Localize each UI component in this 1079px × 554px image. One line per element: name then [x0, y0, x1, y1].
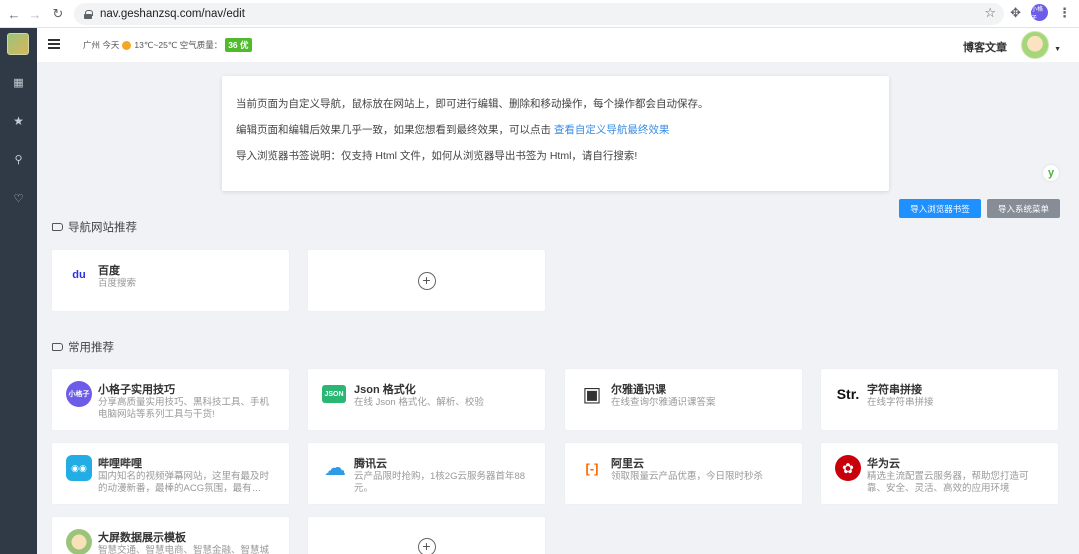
- plus-icon: +: [417, 538, 436, 554]
- site-card-desc: 分享高质量实用技巧、黑科技工具、手机电脑网站等系列工具与干货!: [98, 397, 270, 420]
- notice-line-2: 编辑页面和编辑后效果几乎一致，如果您想看到最终效果，可以点击 查看自定义导航最终…: [236, 124, 889, 137]
- top-header: 广州 今天 13℃~25℃ 空气质量： 36 优 博客文章 ▼: [37, 28, 1079, 62]
- site-card-title: 大屏数据展示模板: [98, 532, 186, 544]
- back-icon[interactable]: ←: [3, 3, 25, 25]
- chevron-down-icon[interactable]: ▼: [1054, 46, 1061, 53]
- dashboard-logo-icon: [66, 529, 92, 554]
- final-effect-link[interactable]: 查看自定义导航最终效果: [554, 124, 670, 136]
- grid-icon[interactable]: ▦: [0, 76, 37, 89]
- menu-toggle-icon[interactable]: [48, 39, 60, 49]
- aqi-badge: 36 优: [225, 38, 252, 52]
- add-site-card[interactable]: +: [307, 516, 546, 554]
- forward-icon[interactable]: →: [24, 3, 46, 25]
- aliyun-logo-icon: [-]: [579, 455, 605, 481]
- import-system-menu-button[interactable]: 导入系统菜单: [987, 199, 1060, 218]
- lock-icon: [84, 9, 93, 19]
- site-card-desc: 国内知名的视频弹幕网站，这里有最及时的动漫新番，最棒的ACG氛围，最有…: [98, 471, 270, 494]
- notice-line-2-text: 编辑页面和编辑后效果几乎一致，如果您想看到最终效果，可以点击: [236, 124, 554, 136]
- site-card-desc: 百度搜索: [98, 278, 137, 289]
- import-bookmarks-button[interactable]: 导入浏览器书签: [899, 199, 981, 218]
- sun-icon: [122, 40, 132, 50]
- tag-icon: [52, 343, 63, 351]
- site-card-aliyun[interactable]: [-] 阿里云 领取限量云产品优惠，今日限时秒杀: [564, 442, 803, 505]
- profile-avatar[interactable]: 小格子: [1031, 4, 1048, 22]
- site-card-json[interactable]: JSON Json 格式化 在线 Json 格式化、解析、校验: [307, 368, 546, 431]
- site-card-title: 腾讯云: [354, 458, 387, 470]
- weather-temp: 13℃~25℃ 空气质量：: [134, 40, 223, 50]
- site-card-huawei-cloud[interactable]: ✿ 华为云 精选主流配置云服务器，帮助您打造可靠、安全、灵活、高效的应用环境: [820, 442, 1059, 505]
- bilibili-tv-icon: ◉◉: [66, 455, 92, 481]
- site-card-tencent-cloud[interactable]: ☁ 腾讯云 云产品限时抢购，1核2G云服务器首年88元。: [307, 442, 546, 505]
- search-icon[interactable]: ⚲: [0, 153, 37, 166]
- site-card-xiaogezi[interactable]: 小格子 小格子实用技巧 分享高质量实用技巧、黑科技工具、手机电脑网站等系列工具与…: [51, 368, 290, 431]
- site-card-title: 尔雅通识课: [611, 384, 666, 396]
- notice-line-1: 当前页面为自定义导航，鼠标放在网站上，即可进行编辑、删除和移动操作，每个操作都会…: [236, 98, 709, 110]
- address-bar[interactable]: nav.geshanzsq.com/nav/edit ☆: [74, 3, 1004, 25]
- erya-logo-icon: ▣: [579, 381, 605, 407]
- section-nav-title: 导航网站推荐: [52, 219, 137, 235]
- star-icon[interactable]: ★: [0, 114, 37, 128]
- site-card-title: 华为云: [867, 458, 900, 470]
- plus-icon: +: [417, 271, 436, 290]
- add-site-card[interactable]: +: [307, 249, 546, 312]
- y-logo-icon[interactable]: y: [1043, 165, 1059, 181]
- str-logo-icon: Str.: [835, 381, 861, 407]
- weather-widget: 广州 今天 13℃~25℃ 空气质量： 36 优: [83, 38, 252, 52]
- site-card-title: 字符串拼接: [867, 384, 922, 396]
- baidu-paw-icon: du: [66, 262, 92, 288]
- site-card-desc: 在线 Json 格式化、解析、校验: [354, 397, 484, 408]
- xiaogezi-logo-icon: 小格子: [66, 381, 92, 407]
- sidebar: ▦ ★ ⚲ ♡: [0, 28, 37, 554]
- notice-panel: 当前页面为自定义导航，鼠标放在网站上，即可进行编辑、删除和移动操作，每个操作都会…: [222, 76, 889, 191]
- site-card-desc: 云产品限时抢购，1核2G云服务器首年88元。: [354, 471, 526, 494]
- huawei-logo-icon: ✿: [835, 455, 861, 481]
- site-card-bilibili[interactable]: ◉◉ 哔哩哔哩 国内知名的视频弹幕网站，这里有最及时的动漫新番，最棒的ACG氛围…: [51, 442, 290, 505]
- weather-city: 广州 今天: [83, 40, 120, 50]
- notice-line-3: 导入浏览器书签说明：仅支持 Html 文件，如何从浏览器导出书签为 Html，请…: [236, 150, 638, 162]
- blog-link[interactable]: 博客文章: [963, 39, 1007, 55]
- site-card-desc: 领取限量云产品优惠，今日限时秒杀: [611, 471, 764, 482]
- url-text: nav.geshanzsq.com/nav/edit: [100, 8, 245, 20]
- site-card-title: 百度: [98, 265, 120, 277]
- site-card-title: Json 格式化: [354, 384, 416, 396]
- bookmark-star-icon[interactable]: ☆: [984, 5, 996, 21]
- section-common-title: 常用推荐: [52, 339, 114, 355]
- heart-icon[interactable]: ♡: [0, 192, 37, 205]
- site-card-string-concat[interactable]: Str. 字符串拼接 在线字符串拼接: [820, 368, 1059, 431]
- user-avatar[interactable]: [1021, 31, 1049, 59]
- menu-kebab-icon[interactable]: ⋮: [1058, 5, 1071, 21]
- site-card-desc: 智慧交通、智慧电商、智慧金融、智慧城: [98, 545, 270, 554]
- browser-toolbar: ← → ↻ nav.geshanzsq.com/nav/edit ☆ ✥ 小格子…: [0, 0, 1079, 28]
- site-card-title: 阿里云: [611, 458, 644, 470]
- site-card-desc: 在线字符串拼接: [867, 397, 934, 408]
- json-logo-icon: JSON: [322, 385, 346, 403]
- extensions-icon[interactable]: ✥: [1010, 5, 1021, 21]
- site-card-dashboard-templates[interactable]: 大屏数据展示模板 智慧交通、智慧电商、智慧金融、智慧城: [51, 516, 290, 554]
- site-card-desc: 精选主流配置云服务器，帮助您打造可靠、安全、灵活、高效的应用环境: [867, 471, 1029, 494]
- site-card-desc: 在线查询尔雅通识课答案: [611, 397, 716, 408]
- tag-icon: [52, 223, 63, 231]
- reload-icon[interactable]: ↻: [47, 3, 69, 25]
- site-card-title: 哔哩哔哩: [98, 458, 142, 470]
- site-logo[interactable]: [7, 33, 29, 55]
- site-card-baidu[interactable]: du 百度 百度搜索: [51, 249, 290, 312]
- section-common-label: 常用推荐: [68, 342, 114, 354]
- cloud-icon: ☁: [322, 455, 348, 481]
- section-nav-label: 导航网站推荐: [68, 222, 137, 234]
- site-card-title: 小格子实用技巧: [98, 384, 175, 396]
- site-card-erya[interactable]: ▣ 尔雅通识课 在线查询尔雅通识课答案: [564, 368, 803, 431]
